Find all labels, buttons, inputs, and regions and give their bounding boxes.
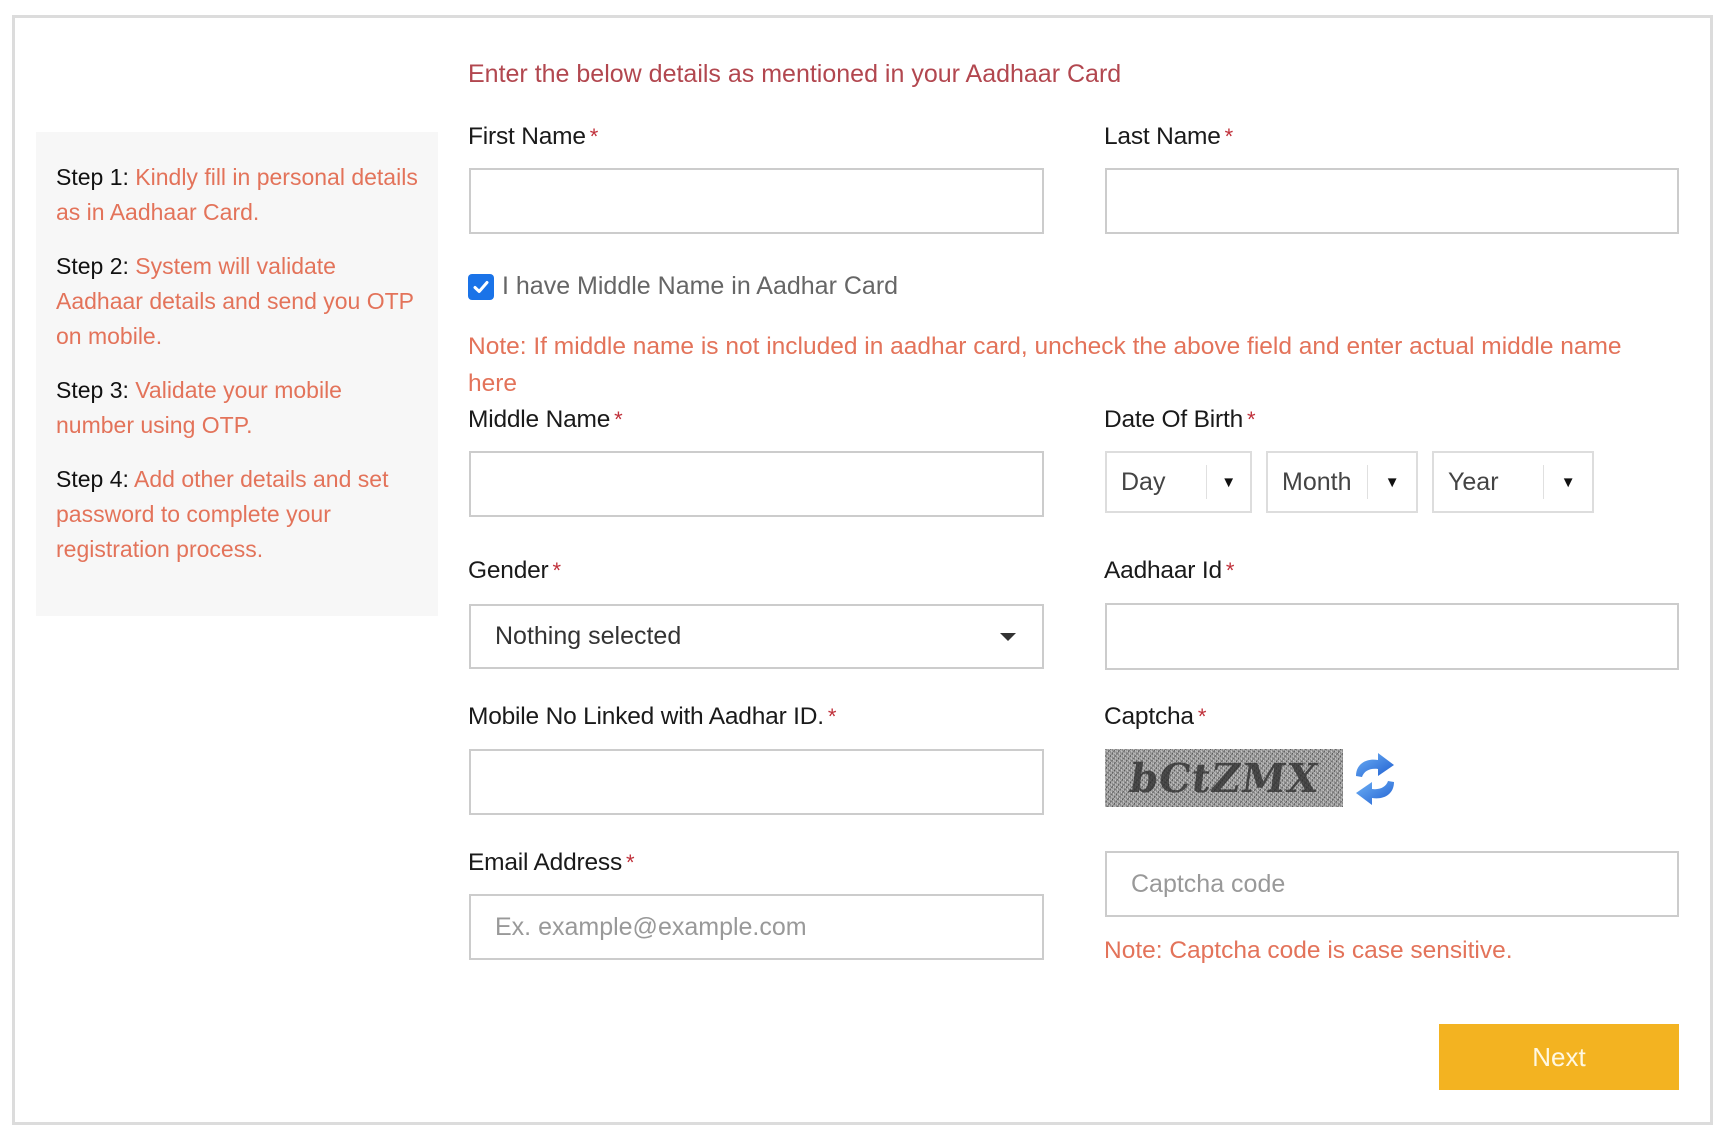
aadhaar-id-input[interactable] [1105, 603, 1679, 670]
last-name-label-text: Last Name [1104, 123, 1221, 150]
middle-name-label: Middle Name * [468, 406, 623, 434]
next-button[interactable]: Next [1439, 1024, 1679, 1090]
step-1: Step 1: Kindly fill in personal details … [56, 160, 418, 230]
mobile-input[interactable] [469, 749, 1044, 815]
captcha-label-text: Captcha [1104, 703, 1194, 730]
gender-label: Gender * [468, 557, 561, 585]
captcha-input[interactable] [1105, 851, 1679, 917]
required-marker: * [626, 850, 635, 875]
aadhaar-id-label-text: Aadhaar Id [1104, 557, 1222, 584]
aadhaar-id-label: Aadhaar Id * [1104, 557, 1234, 585]
first-name-label-text: First Name [468, 123, 586, 150]
step-2: Step 2: System will validate Aadhaar det… [56, 249, 418, 354]
caret-down-icon [1000, 632, 1016, 641]
last-name-input[interactable] [1105, 168, 1679, 234]
required-marker: * [827, 704, 837, 729]
step-3: Step 3: Validate your mobile number usin… [56, 373, 418, 443]
gender-label-text: Gender [468, 557, 549, 584]
middle-name-checkbox-row[interactable]: I have Middle Name in Aadhar Card [468, 272, 898, 301]
step-3-prefix: Step 3: [56, 377, 129, 403]
email-input[interactable] [469, 894, 1044, 960]
first-name-label: First Name * [468, 123, 598, 151]
required-marker: * [552, 558, 562, 583]
step-4-prefix: Step 4: [56, 466, 129, 492]
email-label: Email Address * [468, 849, 635, 877]
dropdown-arrow-icon: ▼ [1560, 473, 1576, 491]
dob-year-select[interactable]: Year ▼ [1432, 451, 1594, 513]
captcha-image-text: bCtZMX [1126, 754, 1322, 802]
steps-sidebar: Step 1: Kindly fill in personal details … [36, 132, 438, 616]
required-marker: * [1224, 124, 1234, 149]
dob-label-text: Date Of Birth [1104, 406, 1244, 433]
dropdown-arrow-icon: ▼ [1384, 473, 1400, 491]
dob-year-value: Year [1448, 467, 1499, 496]
checkmark-icon [473, 280, 489, 293]
dropdown-arrow-icon: ▼ [1221, 473, 1237, 491]
form-heading: Enter the below details as mentioned in … [468, 60, 1122, 88]
dob-month-select[interactable]: Month ▼ [1266, 451, 1418, 513]
required-marker: * [589, 124, 599, 149]
middle-name-label-text: Middle Name [468, 406, 611, 433]
dob-day-select[interactable]: Day ▼ [1105, 451, 1252, 513]
dob-day-value: Day [1121, 467, 1166, 496]
step-1-prefix: Step 1: [56, 164, 129, 190]
dob-label: Date Of Birth * [1104, 406, 1256, 434]
middle-name-checkbox-label[interactable]: I have Middle Name in Aadhar Card [502, 272, 898, 301]
mobile-label: Mobile No Linked with Aadhar ID. * [468, 703, 836, 731]
email-label-text: Email Address [468, 849, 622, 876]
mobile-label-text: Mobile No Linked with Aadhar ID. [468, 703, 824, 730]
required-marker: * [1197, 704, 1207, 729]
required-marker: * [614, 407, 623, 432]
middle-name-checkbox[interactable] [468, 273, 494, 300]
middle-name-input[interactable] [469, 451, 1044, 517]
step-2-prefix: Step 2: [56, 253, 129, 279]
captcha-note: Note: Captcha code is case sensitive. [1104, 937, 1513, 964]
refresh-icon[interactable] [1350, 750, 1400, 808]
captcha-label: Captcha * [1104, 703, 1206, 731]
captcha-image: bCtZMX [1105, 749, 1343, 807]
first-name-input[interactable] [469, 168, 1044, 234]
gender-select[interactable]: Nothing selected [469, 604, 1044, 669]
last-name-label: Last Name * [1104, 123, 1233, 151]
gender-selected-value: Nothing selected [495, 622, 682, 650]
middle-name-note: Note: If middle name is not included in … [468, 333, 1622, 397]
dob-month-value: Month [1282, 467, 1352, 496]
required-marker: * [1225, 558, 1235, 583]
step-4: Step 4: Add other details and set passwo… [56, 462, 418, 567]
required-marker: * [1247, 407, 1256, 432]
